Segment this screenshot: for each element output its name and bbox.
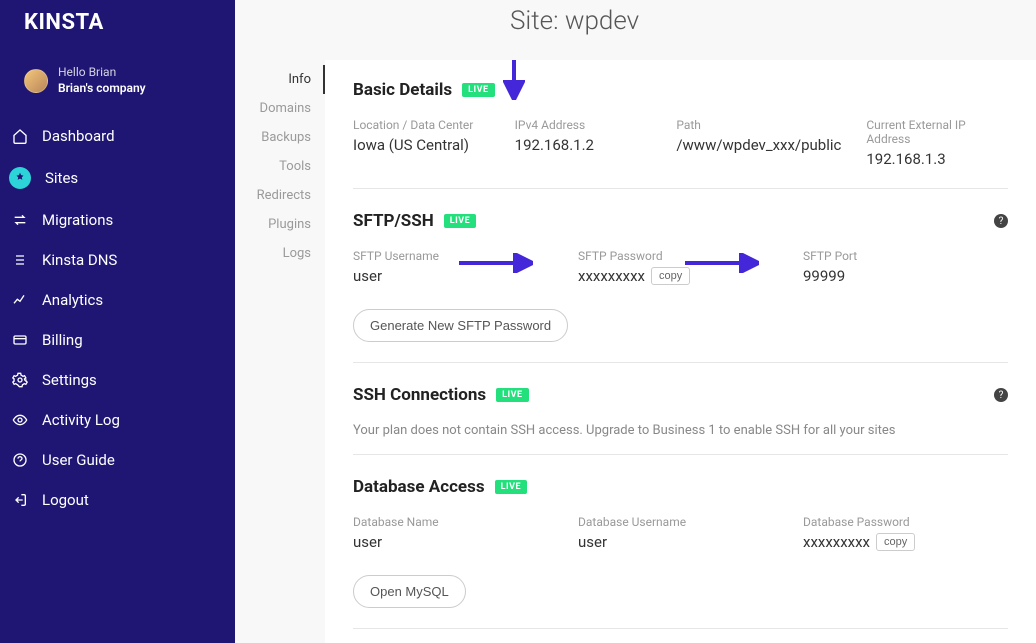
generate-sftp-password-button[interactable]: Generate New SFTP Password [353,309,568,342]
tab-tools[interactable]: Tools [235,152,325,181]
section-basic-details: Basic Details LIVE Location / Data Cente… [353,80,1008,189]
nav-item-label: Sites [45,169,78,187]
value-path: /www/wpdev_xxx/public [676,136,846,154]
eye-icon [12,412,28,428]
nav-item-billing[interactable]: Billing [0,320,235,360]
label-extip: Current External IP Address [866,118,1008,146]
tab-logs[interactable]: Logs [235,239,325,268]
analytics-icon [12,292,28,308]
nav-item-logout[interactable]: Logout [0,480,235,520]
live-badge: LIVE [462,83,494,97]
tab-redirects[interactable]: Redirects [235,181,325,210]
page-title: Site: wpdev [510,6,639,36]
nav-item-label: Activity Log [42,411,120,429]
section-title-sftp: SFTP/SSH [353,211,434,231]
label-db-user: Database Username [578,515,783,529]
help-icon[interactable]: ? [994,388,1008,402]
section-ssh: SSH Connections LIVE ? Your plan does no… [353,385,1008,455]
brand-logo: KINSTA [0,0,235,55]
home-icon [12,128,28,144]
nav-item-label: User Guide [42,451,115,469]
section-database: Database Access LIVE Database Name user … [353,477,1008,629]
nav-item-user-guide[interactable]: User Guide [0,440,235,480]
nav-item-label: Logout [42,491,89,509]
nav-item-migrations[interactable]: Migrations [0,200,235,240]
nav-item-dashboard[interactable]: Dashboard [0,116,235,156]
value-location: Iowa (US Central) [353,136,495,154]
help-icon [12,452,28,468]
tab-plugins[interactable]: Plugins [235,210,325,239]
user-company: Brian's company [58,81,146,97]
tab-backups[interactable]: Backups [235,123,325,152]
nav-item-label: Migrations [42,211,113,229]
tab-domains[interactable]: Domains [235,94,325,123]
label-db-name: Database Name [353,515,558,529]
nav-item-label: Analytics [42,291,103,309]
open-mysql-button[interactable]: Open MySQL [353,575,466,608]
live-badge: LIVE [495,480,527,494]
live-badge: LIVE [496,388,528,402]
value-sftp-user: user [353,267,558,285]
section-title-ssh: SSH Connections [353,385,486,405]
value-db-user: user [578,533,783,551]
sidebar: KINSTA Hello Brian Brian's company Dashb… [0,0,235,643]
nav-item-label: Dashboard [42,127,115,145]
value-extip: 192.168.1.3 [866,150,1008,168]
tab-info[interactable]: Info [235,65,325,94]
gear-icon [12,372,28,388]
dns-icon [12,252,28,268]
user-greeting: Hello Brian [58,65,146,81]
section-title-basic: Basic Details [353,80,452,100]
label-db-pass: Database Password [803,515,1008,529]
copy-button[interactable]: copy [876,533,915,551]
sites-icon [9,167,31,189]
label-sftp-pass: SFTP Password [578,249,783,263]
nav-item-settings[interactable]: Settings [0,360,235,400]
migrations-icon [12,212,28,228]
value-db-pass: xxxxxxxxx copy [803,533,1008,551]
help-icon[interactable]: ? [994,214,1008,228]
nav-item-analytics[interactable]: Analytics [0,280,235,320]
logout-icon [12,492,28,508]
value-sftp-port: 99999 [803,267,1008,285]
user-block[interactable]: Hello Brian Brian's company [0,55,235,116]
label-location: Location / Data Center [353,118,495,132]
copy-button[interactable]: copy [651,267,690,285]
value-db-name: user [353,533,558,551]
label-ipv4: IPv4 Address [515,118,657,132]
site-tabs: InfoDomainsBackupsToolsRedirectsPluginsL… [235,0,325,643]
value-ipv4: 192.168.1.2 [515,136,657,154]
live-badge: LIVE [444,214,476,228]
ssh-upgrade-note: Your plan does not contain SSH access. U… [353,423,1008,438]
nav-item-label: Billing [42,331,83,349]
nav-item-label: Settings [42,371,97,389]
content-panel: Basic Details LIVE Location / Data Cente… [325,60,1036,643]
nav-item-kinsta-dns[interactable]: Kinsta DNS [0,240,235,280]
value-sftp-pass: xxxxxxxxx copy [578,267,783,285]
nav-item-label: Kinsta DNS [42,251,117,269]
card-icon [12,332,28,348]
label-path: Path [676,118,846,132]
nav-item-activity-log[interactable]: Activity Log [0,400,235,440]
nav-item-sites[interactable]: Sites [0,156,235,200]
section-title-db: Database Access [353,477,485,497]
primary-nav: Dashboard Sites Migrations Kinsta DNS Analyt… [0,116,235,520]
section-sftp: SFTP/SSH LIVE ? SFTP Username user SFTP … [353,211,1008,363]
label-sftp-user: SFTP Username [353,249,558,263]
label-sftp-port: SFTP Port [803,249,1008,263]
avatar [24,69,48,93]
